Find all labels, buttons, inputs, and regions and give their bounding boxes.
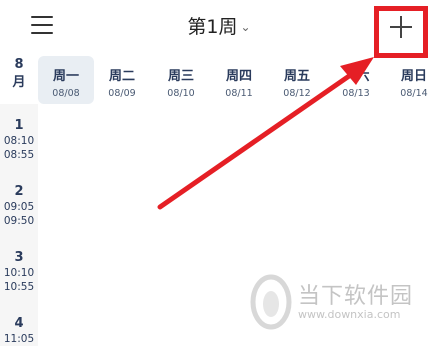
period-end: 09:50: [3, 215, 35, 227]
day-date: 08/11: [225, 88, 253, 99]
period-4: 4 11:05: [0, 316, 38, 345]
watermark-name: 当下软件园: [298, 284, 414, 309]
period-column: 1 08:10 08:55 2 09:05 09:50 3 10:10 10:5…: [0, 104, 38, 346]
day-name: 周一: [52, 69, 79, 84]
week-label: 第1周: [187, 16, 238, 38]
watermark-url: www.downxia.com: [298, 308, 401, 321]
day-header-sun[interactable]: 周日 08/14: [386, 56, 438, 104]
period-end: 10:55: [3, 281, 35, 293]
day-name: 周四: [225, 69, 252, 84]
highlight-box: [374, 6, 428, 58]
day-header-fri[interactable]: 周五 08/12: [269, 56, 325, 104]
period-1: 1 08:10 08:55: [0, 118, 38, 161]
chevron-down-icon: ⌄: [240, 20, 251, 34]
month-label: 8 月: [0, 56, 38, 92]
day-date: 08/13: [342, 88, 370, 99]
period-end: 08:55: [3, 149, 35, 161]
period-number: 2: [14, 184, 24, 199]
month-number: 8: [14, 57, 24, 72]
day-date: 08/09: [108, 88, 136, 99]
watermark: 当下软件园 www.downxia.com: [248, 274, 438, 334]
top-bar: 第1周 ⌄: [0, 0, 438, 58]
period-number: 4: [14, 316, 24, 331]
week-selector[interactable]: 第1周 ⌄: [0, 12, 438, 39]
day-name: 六: [356, 69, 370, 84]
period-start: 08:10: [3, 135, 35, 147]
day-name: 周三: [167, 69, 194, 84]
day-name: 周五: [283, 69, 310, 84]
period-start: 09:05: [3, 201, 35, 213]
period-number: 3: [14, 250, 24, 265]
day-date: 08/12: [283, 88, 311, 99]
day-date: 08/14: [400, 88, 428, 99]
period-3: 3 10:10 10:55: [0, 250, 38, 293]
period-start: 10:10: [3, 267, 35, 279]
period-2: 2 09:05 09:50: [0, 184, 38, 227]
day-date: 08/10: [167, 88, 195, 99]
period-start: 11:05: [3, 333, 35, 345]
day-name: 周日: [400, 69, 427, 84]
day-header-wed[interactable]: 周三 08/10: [153, 56, 209, 104]
month-unit: 月: [12, 75, 26, 90]
day-header-thu[interactable]: 周四 08/11: [211, 56, 267, 104]
watermark-logo-icon: [250, 274, 292, 330]
day-name: 周二: [108, 69, 135, 84]
day-header-tue[interactable]: 周二 08/09: [94, 56, 150, 104]
day-header-sat[interactable]: 六 08/13: [328, 56, 384, 104]
day-header-mon[interactable]: 周一 08/08: [38, 56, 94, 104]
period-number: 1: [14, 118, 24, 133]
day-date: 08/08: [52, 88, 80, 99]
